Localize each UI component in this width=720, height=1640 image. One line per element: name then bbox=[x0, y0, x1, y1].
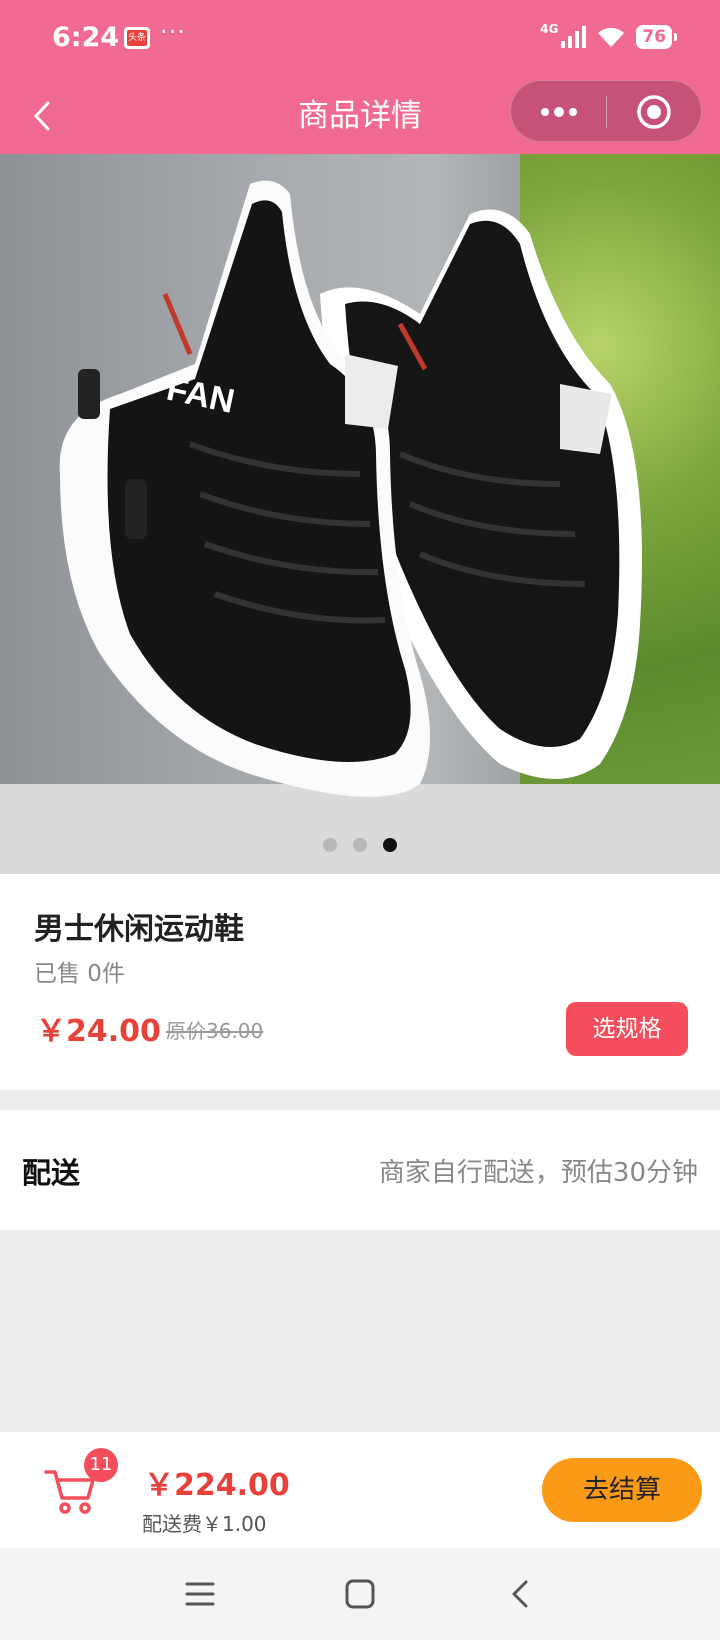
delivery-info: 商家自行配送，预估30分钟 bbox=[378, 1158, 698, 1188]
delivery-label: 配送 bbox=[22, 1156, 81, 1190]
nav-bar: 商品详情 bbox=[0, 80, 720, 154]
back-icon bbox=[512, 1580, 528, 1608]
network-type: 4G bbox=[540, 22, 559, 36]
checkout-bar: 11 ￥224.00 配送费￥1.00 去结算 bbox=[0, 1432, 720, 1548]
checkout-button[interactable]: 去结算 bbox=[542, 1458, 702, 1522]
select-spec-button[interactable]: 选规格 bbox=[566, 1002, 688, 1056]
original-price: 原价36.00 bbox=[166, 1019, 264, 1043]
capsule-close-button[interactable] bbox=[606, 81, 701, 143]
cart-total: ￥224.00 bbox=[144, 1468, 290, 1503]
menu-icon bbox=[185, 1582, 215, 1606]
carousel-pager bbox=[0, 838, 720, 852]
product-image-carousel[interactable]: FAN bbox=[0, 154, 720, 874]
status-more-indicator: ··· bbox=[160, 18, 186, 46]
signal-icon bbox=[561, 26, 587, 48]
more-dots-icon bbox=[540, 107, 577, 117]
capsule-more-button[interactable] bbox=[511, 81, 606, 143]
home-button[interactable] bbox=[338, 1572, 382, 1616]
news-app-badge-label: 头条 bbox=[127, 30, 147, 46]
status-time: 6:24 bbox=[52, 22, 120, 53]
status-icons: 4G 76 bbox=[540, 22, 677, 52]
product-info-card: 男士休闲运动鞋 已售 0件 ￥24.00 原价36.00 选规格 bbox=[0, 874, 720, 1090]
product-image: FAN bbox=[59, 180, 642, 797]
product-name: 男士休闲运动鞋 bbox=[34, 912, 244, 947]
sold-count: 已售 0件 bbox=[34, 961, 125, 987]
battery-icon: 76 bbox=[636, 25, 677, 49]
mini-program-capsule bbox=[510, 80, 702, 142]
pager-dot[interactable] bbox=[323, 838, 337, 852]
shipping-fee: 配送费￥1.00 bbox=[142, 1512, 267, 1536]
recent-apps-button[interactable] bbox=[178, 1572, 222, 1616]
system-back-button[interactable] bbox=[498, 1572, 542, 1616]
news-app-icon: 头条 bbox=[124, 27, 150, 49]
product-price: ￥24.00 bbox=[36, 1014, 161, 1049]
pager-dot-active[interactable] bbox=[383, 838, 397, 852]
status-bar: 6:24 头条 ··· 4G 76 bbox=[0, 0, 720, 80]
home-square-icon bbox=[345, 1579, 375, 1609]
system-nav-bar bbox=[0, 1548, 720, 1640]
delivery-row: 配送 商家自行配送，预估30分钟 bbox=[0, 1110, 720, 1230]
pager-dot[interactable] bbox=[353, 838, 367, 852]
cart-count-badge: 11 bbox=[84, 1448, 118, 1482]
wifi-icon bbox=[598, 27, 625, 47]
target-circle-icon bbox=[636, 95, 671, 129]
